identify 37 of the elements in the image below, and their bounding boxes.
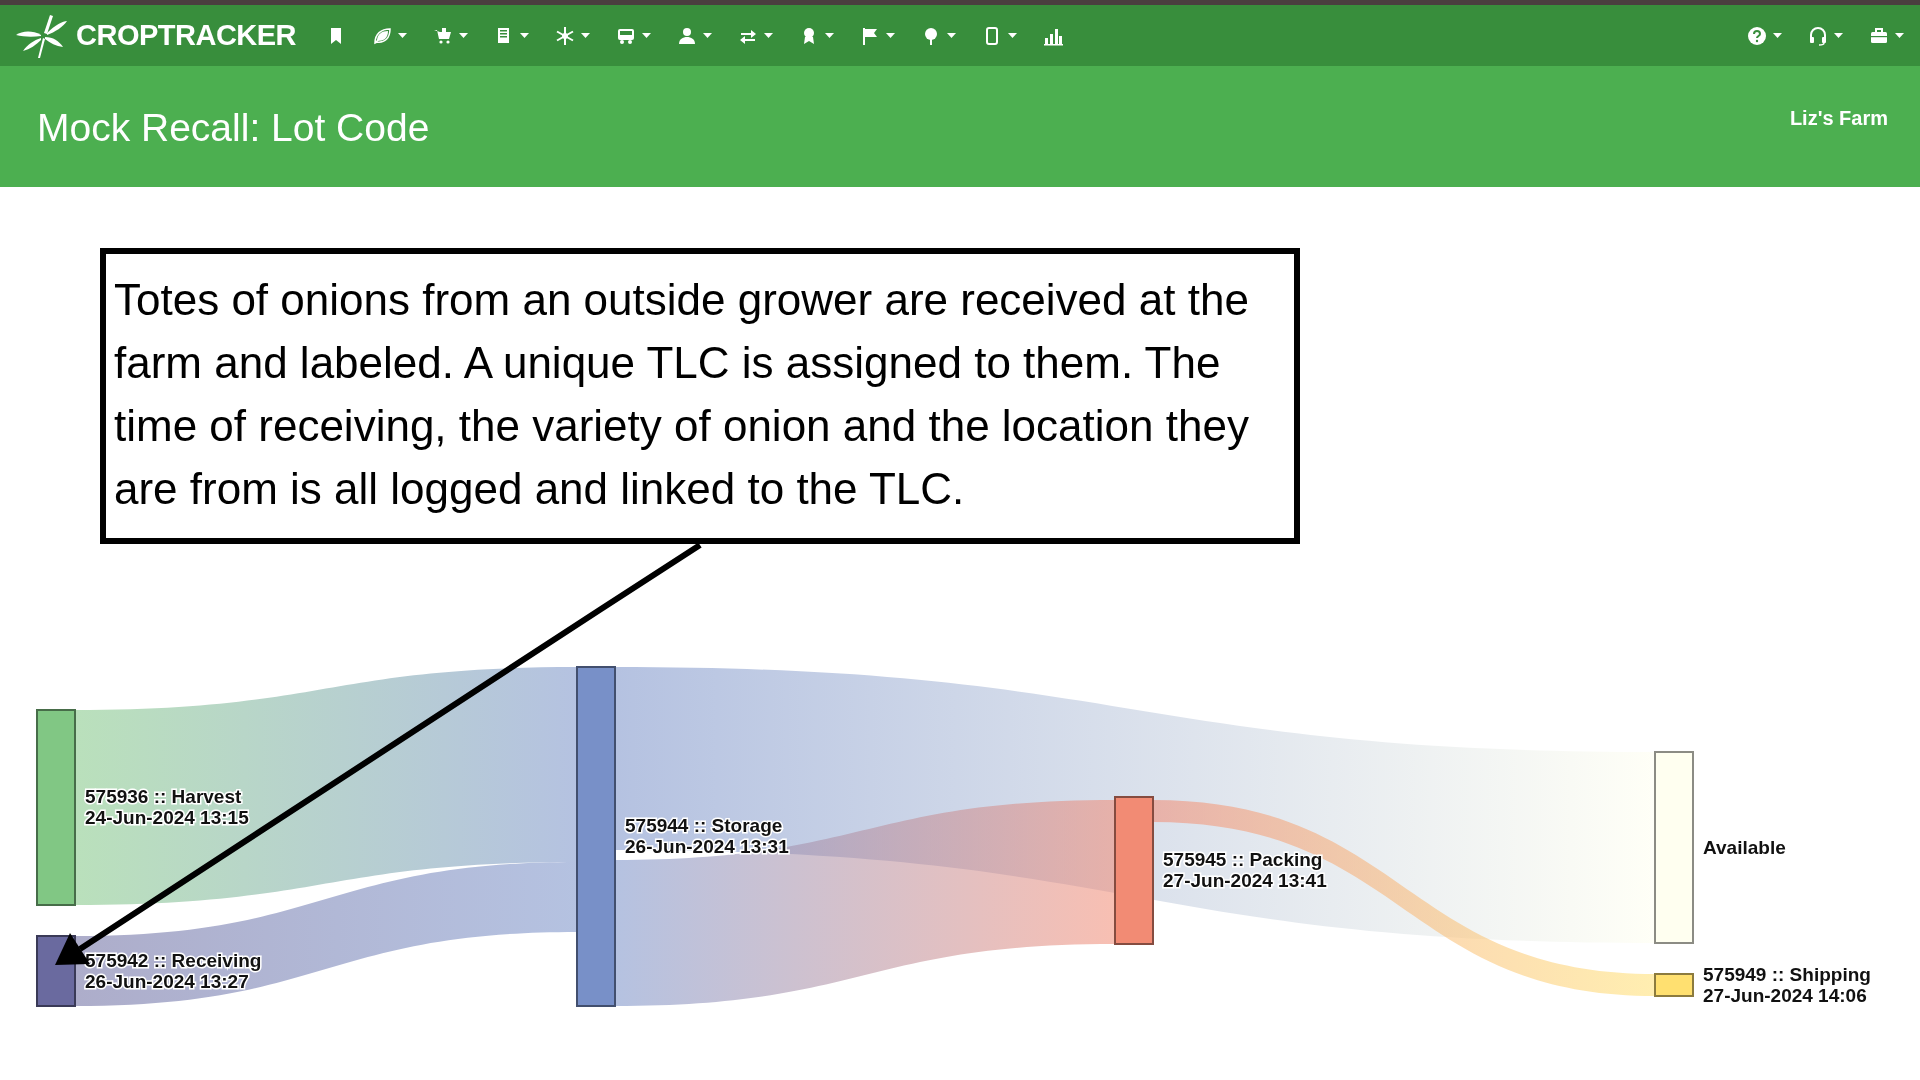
caret-icon (764, 32, 774, 39)
caret-icon (1895, 32, 1904, 39)
caret-icon (703, 32, 713, 39)
cart-icon (433, 25, 454, 46)
caret-icon (459, 32, 469, 39)
flow-node[interactable] (36, 709, 76, 906)
headset-icon (1808, 25, 1828, 46)
caret-icon (947, 32, 957, 39)
caret-icon (886, 32, 896, 39)
caret-icon (1773, 32, 1782, 39)
node-label: 575942 :: Receiving 26-Jun-2024 13:27 (85, 949, 262, 992)
flow-node[interactable] (1114, 796, 1154, 945)
caret-icon (398, 32, 408, 39)
dragonfly-logo-icon (14, 12, 70, 59)
caret-icon (1834, 32, 1843, 39)
caret-icon (581, 32, 591, 39)
caret-icon (642, 32, 652, 39)
caret-icon (825, 32, 835, 39)
snowflake-icon (555, 25, 576, 46)
caret-icon (520, 32, 530, 39)
brand-name: CROPTRACKER (76, 19, 297, 52)
node-label: 575949 :: Shipping 27-Jun-2024 14:06 (1703, 963, 1871, 1006)
user-icon (677, 25, 698, 46)
node-label: 575945 :: Packing 27-Jun-2024 13:41 (1163, 849, 1327, 891)
node-label: 575936 :: Harvest 24-Jun-2024 13:15 (85, 786, 249, 828)
flow-node[interactable] (576, 666, 616, 1007)
callout-text: Totes of onions from an outside grower are received at the farm and labeled. A unique TLC is assigned to them. The time of receiving, the variety of onion and the location they are from is all logged and linked to the TLC. (100, 248, 1300, 544)
farm-name: Liz's Farm (1789, 107, 1888, 130)
flow-node[interactable] (1654, 751, 1694, 944)
flow-node[interactable] (1654, 973, 1694, 997)
briefcase-icon (1869, 25, 1889, 46)
page-title: Mock Recall: Lot Code (37, 106, 430, 150)
node-label: Available (1703, 836, 1786, 858)
help-icon (1747, 25, 1767, 46)
node-label: 575944 :: Storage 26-Jun-2024 13:31 (625, 815, 789, 857)
caret-icon (1008, 32, 1018, 39)
leaf-icon (372, 25, 393, 46)
